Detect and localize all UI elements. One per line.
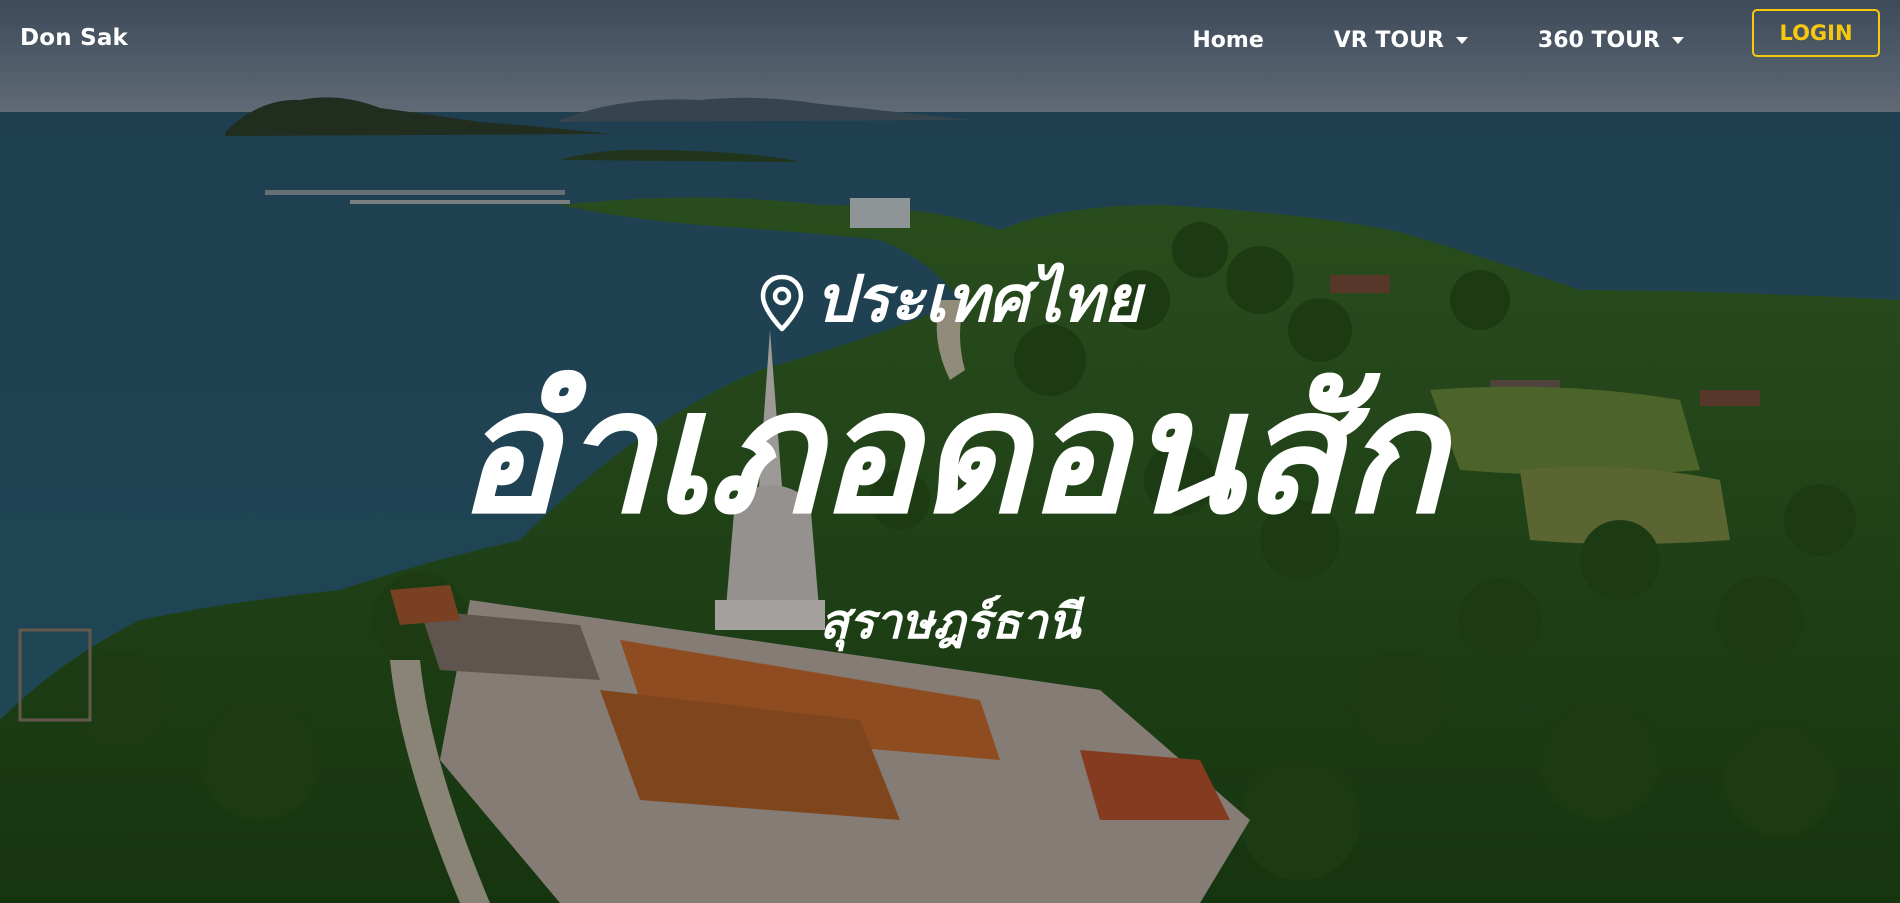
nav-360-tour-dropdown[interactable]: 360 TOUR [1538,28,1684,53]
nav-360-tour-label: 360 TOUR [1537,27,1660,53]
nav-vr-tour-label: VR TOUR [1333,27,1444,53]
caret-down-icon [1672,36,1684,44]
navbar: Don Sak Home VR TOUR 360 TOUR LOGIN [0,0,1900,78]
map-pin-icon [760,274,804,332]
brand-link[interactable]: Don Sak [20,25,128,51]
nav-home-link[interactable]: Home [1192,28,1263,53]
login-button[interactable]: LOGIN [1752,9,1880,57]
hero-section: Don Sak Home VR TOUR 360 TOUR LOGIN ประเ… [0,0,1900,903]
country-row: ประเทศไทย [0,268,1900,332]
country-name: ประเทศไทย [815,263,1141,337]
district-title: อำเภอดอนสัก [456,354,1445,552]
province-name: สุราษฎร์ธานี [819,594,1081,650]
nav-home-label: Home [1192,27,1264,53]
caret-down-icon [1455,36,1468,44]
nav-links: Home VR TOUR 360 TOUR LOGIN [1122,9,1880,57]
nav-vr-tour-dropdown[interactable]: VR TOUR [1334,28,1468,53]
